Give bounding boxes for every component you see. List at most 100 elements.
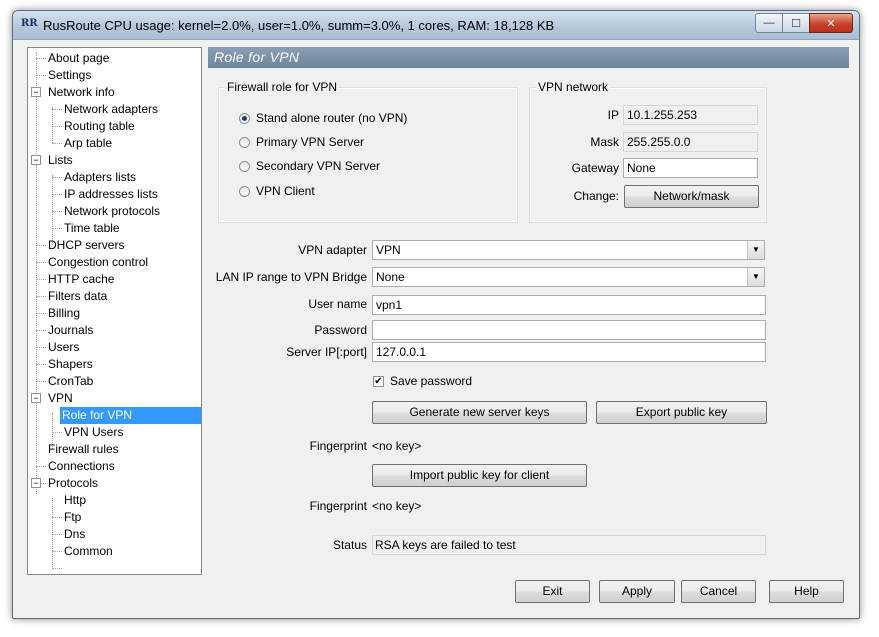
tree-item-shapers[interactable]: Shapers bbox=[46, 356, 95, 373]
tree-branch bbox=[52, 534, 62, 535]
lan-range-label: LAN IP range to VPN Bridge bbox=[215, 270, 367, 284]
password-label: Password bbox=[314, 323, 367, 337]
tree-item-vpn-users[interactable]: VPN Users bbox=[62, 424, 125, 441]
tree-item-journals[interactable]: Journals bbox=[46, 322, 95, 339]
radio-label: Primary VPN Server bbox=[256, 135, 365, 149]
tree-branch bbox=[36, 466, 46, 467]
tree-item-dhcp-servers[interactable]: DHCP servers bbox=[46, 237, 126, 254]
ip-label: IP bbox=[607, 108, 619, 122]
lan-range-value: None bbox=[376, 270, 405, 284]
tree-item-ftp[interactable]: Ftp bbox=[62, 509, 83, 526]
help-button[interactable]: Help bbox=[769, 580, 844, 603]
window-title: RusRoute CPU usage: kernel=2.0%, user=1.… bbox=[43, 18, 555, 33]
tree-branch bbox=[52, 517, 62, 518]
tree-branch bbox=[52, 126, 62, 127]
exit-button[interactable]: Exit bbox=[515, 580, 590, 603]
tree-branch bbox=[52, 568, 62, 569]
tree-item-settings[interactable]: Settings bbox=[46, 67, 93, 84]
tree-item-filters-data[interactable]: Filters data bbox=[46, 288, 109, 305]
tree-branch bbox=[52, 432, 62, 433]
radio-primary-vpn-server[interactable]: Primary VPN Server bbox=[239, 134, 364, 150]
chevron-down-icon[interactable]: ▼ bbox=[747, 241, 764, 259]
group-label: Firewall role for VPN bbox=[225, 80, 340, 94]
tree-branch bbox=[36, 262, 46, 263]
tree-item-protocols[interactable]: Protocols bbox=[46, 475, 100, 492]
fingerprint-value: <no key> bbox=[372, 439, 422, 453]
tree-guide-line bbox=[52, 107, 53, 143]
tree-branch bbox=[36, 58, 46, 59]
tree-item-common[interactable]: Common bbox=[62, 543, 115, 560]
tree-branch bbox=[52, 109, 62, 110]
status-value: RSA keys are failed to test bbox=[372, 535, 766, 555]
tree-item-network-protocols[interactable]: Network protocols bbox=[62, 203, 162, 220]
gateway-field[interactable]: None bbox=[623, 158, 758, 178]
tree-item-billing[interactable]: Billing bbox=[46, 305, 82, 322]
status-label: Status bbox=[332, 538, 367, 552]
tree-item-about-page[interactable]: About page bbox=[46, 50, 111, 67]
app-logo-icon: RR bbox=[21, 18, 38, 29]
import-public-key-button[interactable]: Import public key for client bbox=[372, 464, 587, 487]
close-button[interactable]: ✕ bbox=[809, 13, 853, 33]
server-ip-field[interactable]: 127.0.0.1 bbox=[372, 342, 766, 362]
apply-button[interactable]: Apply bbox=[599, 580, 675, 603]
save-password-checkbox[interactable]: ✔ Save password bbox=[373, 373, 472, 389]
minimize-button[interactable]: — bbox=[755, 13, 783, 33]
tree-branch bbox=[36, 364, 46, 365]
radio-vpn-client[interactable]: VPN Client bbox=[239, 183, 315, 199]
tree-guide-line bbox=[36, 52, 37, 494]
maximize-button[interactable]: ☐ bbox=[782, 13, 810, 33]
tree-item-http[interactable]: Http bbox=[62, 492, 88, 509]
tree-item-vpn[interactable]: VPN bbox=[46, 390, 75, 407]
tree-branch bbox=[36, 330, 46, 331]
tree-item-users[interactable]: Users bbox=[46, 339, 81, 356]
collapse-icon[interactable]: − bbox=[31, 87, 41, 97]
radio-label: Secondary VPN Server bbox=[256, 159, 381, 173]
generate-server-keys-button[interactable]: Generate new server keys bbox=[372, 401, 587, 424]
tree-item-role-for-vpn[interactable]: Role for VPN bbox=[60, 407, 201, 424]
radio-secondary-vpn-server[interactable]: Secondary VPN Server bbox=[239, 158, 380, 174]
tree-branch bbox=[52, 551, 62, 552]
app-window: RR RusRoute CPU usage: kernel=2.0%, user… bbox=[12, 10, 860, 619]
tree-item-ip-addresses-lists[interactable]: IP addresses lists bbox=[62, 186, 160, 203]
network-mask-button[interactable]: Network/mask bbox=[624, 185, 759, 208]
tree-item-firewall-rules[interactable]: Firewall rules bbox=[46, 441, 121, 458]
export-public-key-button[interactable]: Export public key bbox=[596, 401, 767, 424]
tree-item-connections[interactable]: Connections bbox=[46, 458, 117, 475]
tree-branch bbox=[36, 313, 46, 314]
lan-range-select[interactable]: None ▼ bbox=[372, 267, 765, 287]
vpn-adapter-label: VPN adapter bbox=[298, 243, 367, 257]
password-field[interactable] bbox=[372, 320, 766, 340]
vpn-adapter-value: VPN bbox=[376, 243, 401, 257]
tree-branch bbox=[52, 228, 62, 229]
username-field[interactable]: vpn1 bbox=[372, 295, 766, 315]
tree-item-http-cache[interactable]: HTTP cache bbox=[46, 271, 116, 288]
collapse-icon[interactable]: − bbox=[31, 155, 41, 165]
cancel-button[interactable]: Cancel bbox=[681, 580, 756, 603]
radio-stand-alone-router[interactable]: Stand alone router (no VPN) bbox=[239, 110, 407, 126]
tree-item-congestion-control[interactable]: Congestion control bbox=[46, 254, 150, 271]
tree-item-routing-table[interactable]: Routing table bbox=[62, 118, 137, 135]
tree-item-network-info[interactable]: Network info bbox=[46, 84, 117, 101]
collapse-icon[interactable]: − bbox=[31, 393, 41, 403]
tree-branch bbox=[36, 75, 46, 76]
navigation-tree[interactable]: − − − − About page Settings Network info… bbox=[27, 47, 202, 575]
radio-checked-icon bbox=[239, 112, 250, 124]
tree-item-network-adapters[interactable]: Network adapters bbox=[62, 101, 160, 118]
tree-item-lists[interactable]: Lists bbox=[46, 152, 75, 169]
tree-branch bbox=[52, 194, 62, 195]
save-password-label: Save password bbox=[390, 374, 473, 388]
collapse-icon[interactable]: − bbox=[31, 478, 41, 488]
radio-label: VPN Client bbox=[256, 184, 315, 198]
radio-icon bbox=[239, 160, 250, 172]
title-bar[interactable]: RR RusRoute CPU usage: kernel=2.0%, user… bbox=[13, 11, 859, 40]
vpn-adapter-select[interactable]: VPN ▼ bbox=[372, 240, 765, 260]
tree-item-time-table[interactable]: Time table bbox=[62, 220, 122, 237]
tree-item-dns[interactable]: Dns bbox=[62, 526, 87, 543]
tree-item-adapters-lists[interactable]: Adapters lists bbox=[62, 169, 138, 186]
tree-branch bbox=[52, 177, 62, 178]
tree-item-arp-table[interactable]: Arp table bbox=[62, 135, 114, 152]
radio-icon bbox=[239, 185, 250, 197]
tree-item-crontab[interactable]: CronTab bbox=[46, 373, 95, 390]
chevron-down-icon[interactable]: ▼ bbox=[747, 268, 764, 286]
username-label: User name bbox=[308, 297, 367, 311]
